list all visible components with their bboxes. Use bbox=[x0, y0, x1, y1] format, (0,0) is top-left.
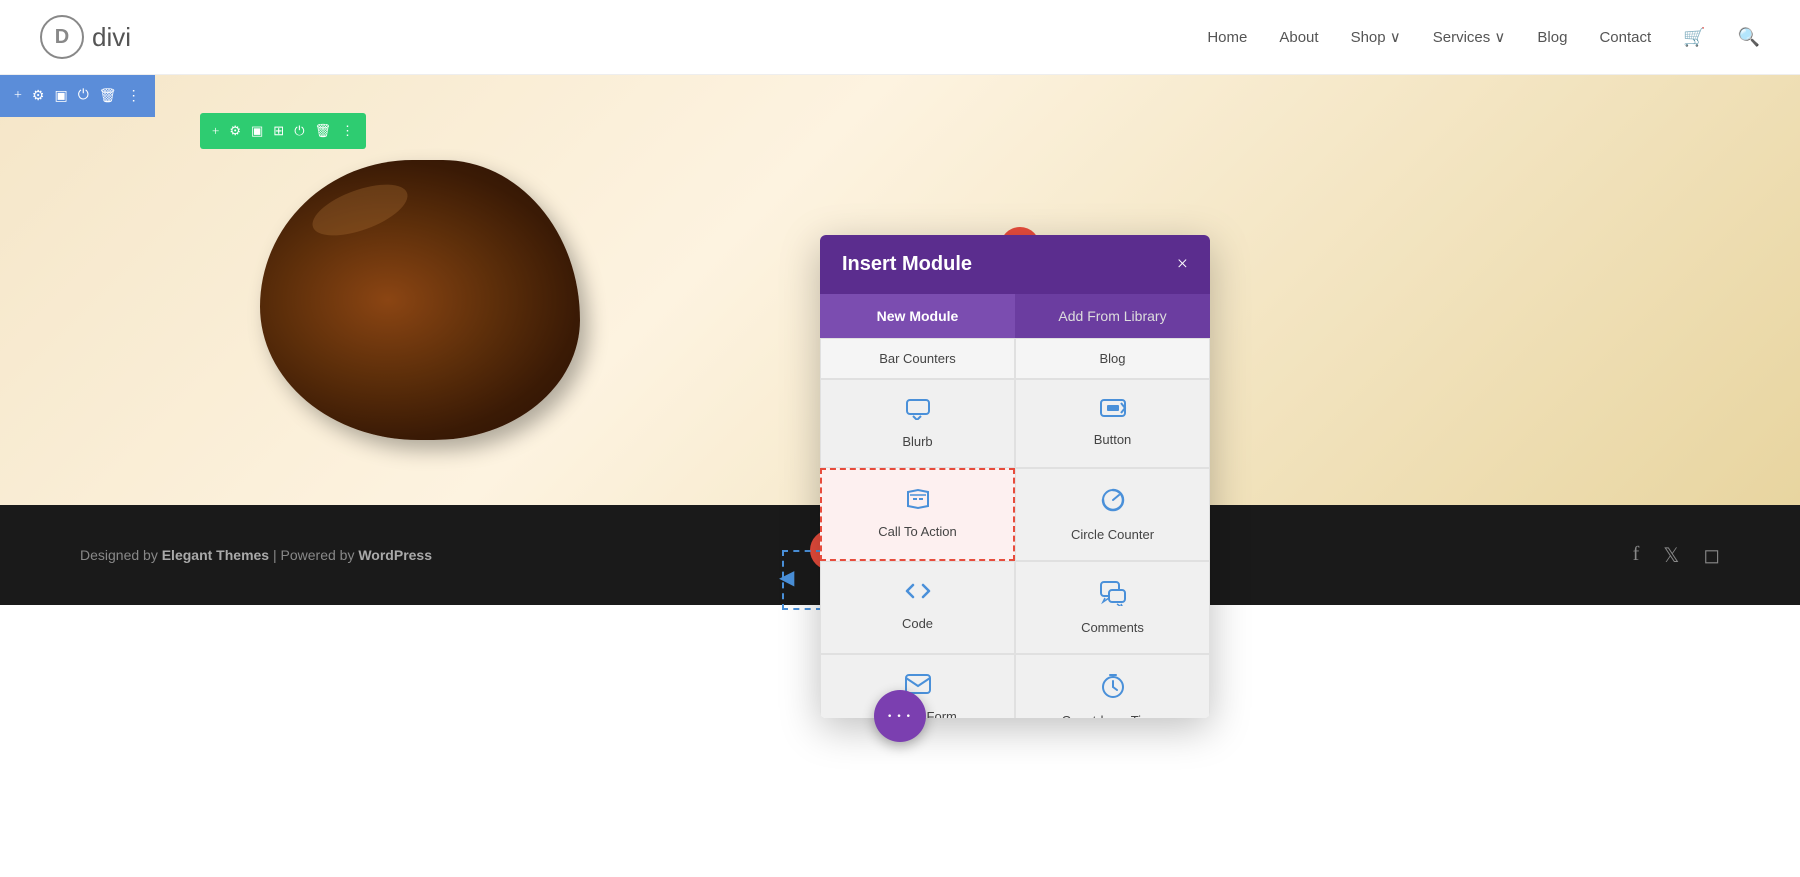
modal-tabs: New Module Add From Library bbox=[820, 294, 1210, 338]
button-label: Button bbox=[1094, 432, 1132, 447]
toolbar-delete-icon[interactable]: 🗑 bbox=[99, 88, 117, 105]
elegant-themes-link[interactable]: Elegant Themes bbox=[162, 547, 269, 563]
col-layout-icon[interactable]: ▣ bbox=[251, 123, 263, 139]
blurb-label: Blurb bbox=[902, 434, 932, 449]
modal-close-button[interactable]: × bbox=[1177, 253, 1188, 276]
code-label: Code bbox=[902, 616, 933, 631]
toolbar-settings-icon[interactable]: ⚙ bbox=[32, 88, 45, 105]
instagram-icon[interactable]: ◻ bbox=[1703, 543, 1720, 568]
circle-counter-icon bbox=[1100, 487, 1126, 519]
module-code[interactable]: Code bbox=[820, 561, 1015, 654]
col-more-icon[interactable]: ⋮ bbox=[341, 123, 354, 139]
nav-contact[interactable]: Contact bbox=[1599, 29, 1651, 46]
tab-new-module[interactable]: New Module bbox=[820, 294, 1015, 338]
module-blurb[interactable]: Blurb bbox=[820, 379, 1015, 468]
toolbar-more-icon[interactable]: ⋮ bbox=[127, 88, 141, 105]
comments-label: Comments bbox=[1081, 620, 1144, 635]
toolbar-power-icon[interactable]: ⏻ bbox=[78, 88, 89, 104]
module-item-blog[interactable]: Blog bbox=[1015, 338, 1210, 379]
module-grid-main: Blurb Button bbox=[820, 379, 1210, 718]
module-comments[interactable]: Comments bbox=[1015, 561, 1210, 654]
footer-social: f 𝕏 ◻ bbox=[1633, 543, 1720, 568]
insert-module-modal: Insert Module × New Module Add From Libr… bbox=[820, 235, 1210, 718]
bread-highlight bbox=[306, 174, 414, 246]
toolbar-layout-icon[interactable]: ▣ bbox=[54, 88, 67, 105]
module-circle-counter[interactable]: Circle Counter bbox=[1015, 468, 1210, 561]
logo-circle: D bbox=[40, 15, 84, 59]
module-grid-partial: Bar Counters Blog bbox=[820, 338, 1210, 379]
countdown-timer-icon bbox=[1100, 673, 1126, 705]
bread-image bbox=[260, 160, 580, 440]
module-item-bar-counters[interactable]: Bar Counters bbox=[820, 338, 1015, 379]
navigation: D divi Home About Shop ∨ Services ∨ Blog… bbox=[0, 0, 1800, 75]
module-countdown-timer[interactable]: Countdown Timer bbox=[1015, 654, 1210, 718]
logo[interactable]: D divi bbox=[40, 15, 131, 59]
modal-header: Insert Module × bbox=[820, 235, 1210, 294]
facebook-icon[interactable]: f bbox=[1633, 543, 1640, 568]
dashed-arrow-icon: ◀ bbox=[779, 565, 794, 590]
code-icon bbox=[904, 580, 932, 608]
cart-icon[interactable]: 🛒 bbox=[1683, 27, 1705, 48]
col-settings-icon[interactable]: ⚙ bbox=[229, 123, 241, 139]
col-add-icon[interactable]: + bbox=[212, 123, 219, 139]
twitter-icon[interactable]: 𝕏 bbox=[1663, 543, 1679, 568]
module-call-to-action[interactable]: Call To Action bbox=[820, 468, 1015, 561]
button-icon bbox=[1099, 398, 1127, 424]
nav-shop[interactable]: Shop ∨ bbox=[1351, 28, 1401, 46]
modal-body: Bar Counters Blog Blurb bbox=[820, 338, 1210, 718]
bottom-fab-button[interactable]: ··· bbox=[874, 690, 926, 742]
nav-blog[interactable]: Blog bbox=[1537, 29, 1567, 46]
circle-counter-label: Circle Counter bbox=[1071, 527, 1154, 542]
search-icon[interactable]: 🔍 bbox=[1738, 27, 1760, 48]
nav-services[interactable]: Services ∨ bbox=[1433, 28, 1506, 46]
toolbar-add-icon[interactable]: + bbox=[14, 88, 22, 104]
nav-home[interactable]: Home bbox=[1207, 29, 1247, 46]
logo-text: divi bbox=[92, 22, 131, 53]
countdown-timer-label: Countdown Timer bbox=[1062, 713, 1164, 718]
col-delete-icon[interactable]: 🗑 bbox=[315, 123, 332, 139]
top-toolbar: + ⚙ ▣ ⏻ 🗑 ⋮ bbox=[0, 75, 155, 117]
call-to-action-label: Call To Action bbox=[878, 524, 957, 539]
col-power-icon[interactable]: ⏻ bbox=[294, 123, 304, 139]
nav-links: Home About Shop ∨ Services ∨ Blog Contac… bbox=[1207, 27, 1760, 48]
nav-about[interactable]: About bbox=[1279, 29, 1318, 46]
call-to-action-icon bbox=[905, 488, 931, 516]
footer-credit: Designed by Elegant Themes | Powered by … bbox=[80, 547, 432, 563]
tab-add-from-library[interactable]: Add From Library bbox=[1015, 294, 1210, 338]
col-grid-icon[interactable]: ⊞ bbox=[273, 123, 284, 139]
blurb-icon bbox=[905, 398, 931, 426]
wordpress-link[interactable]: WordPress bbox=[358, 547, 432, 563]
column-toolbar: + ⚙ ▣ ⊞ ⏻ 🗑 ⋮ bbox=[200, 113, 366, 149]
modal-title: Insert Module bbox=[842, 253, 972, 276]
comments-icon bbox=[1099, 580, 1127, 612]
module-button[interactable]: Button bbox=[1015, 379, 1210, 468]
